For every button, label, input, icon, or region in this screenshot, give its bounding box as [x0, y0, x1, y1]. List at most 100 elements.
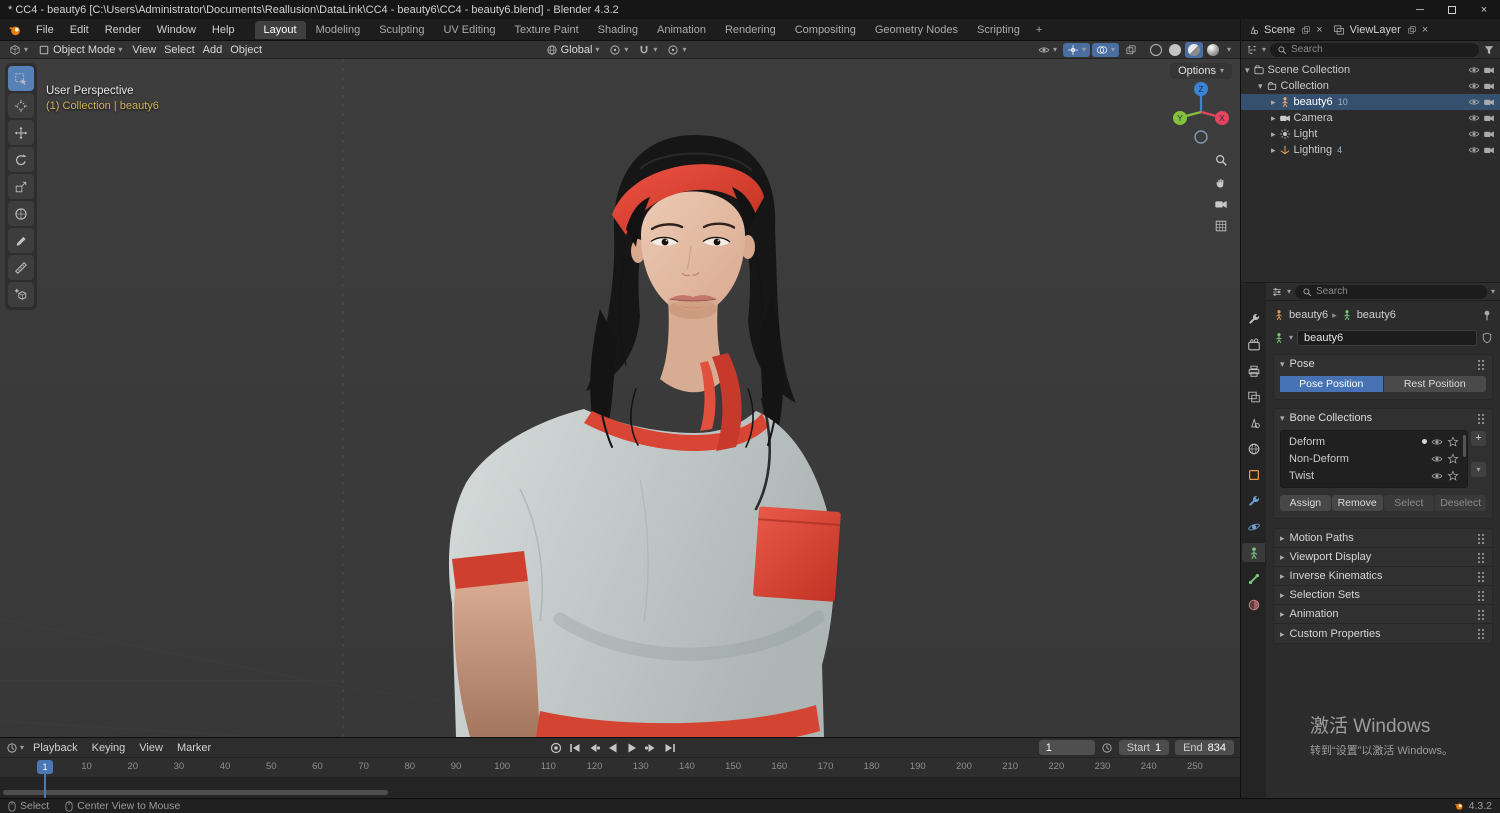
gizmo-negative-z-axis[interactable] — [1194, 130, 1208, 144]
new-viewlayer-button[interactable] — [1406, 24, 1418, 36]
solo-star-icon[interactable] — [1447, 436, 1459, 448]
tool-measure[interactable] — [8, 255, 34, 280]
editor-type-chevron-icon[interactable]: ▾ — [1287, 287, 1291, 296]
hide-in-viewport-icon[interactable] — [1468, 96, 1480, 108]
previous-keyframe-button[interactable] — [586, 740, 601, 755]
jump-to-start-button[interactable] — [567, 740, 582, 755]
play-button[interactable] — [624, 740, 639, 755]
tool-rotate[interactable] — [8, 147, 34, 172]
pivot-point-selector[interactable]: ▾ — [605, 43, 632, 57]
menubar-menu[interactable]: Edit — [62, 21, 97, 39]
tool-3d-cursor[interactable] — [8, 93, 34, 118]
material-tab[interactable] — [1242, 595, 1265, 614]
proportional-editing-toggle[interactable]: ▾ — [663, 43, 690, 57]
properties-search-input[interactable] — [1316, 286, 1480, 297]
shading-options-dropdown[interactable]: ▾ — [1223, 42, 1235, 58]
shading-material-preview-button[interactable] — [1184, 41, 1203, 58]
filter-icon[interactable] — [1483, 44, 1495, 56]
shading-rendered-button[interactable] — [1204, 42, 1222, 58]
drag-grip-icon[interactable] — [1477, 551, 1486, 563]
disclosure-triangle-icon[interactable] — [1271, 112, 1276, 124]
disable-in-renders-icon[interactable] — [1483, 64, 1495, 76]
navigation-gizmo[interactable]: Z Y X — [1166, 77, 1236, 147]
pose-panel-header[interactable]: Pose — [1274, 355, 1492, 373]
workspace-tab[interactable]: UV Editing — [434, 21, 504, 39]
workspace-tab[interactable]: Compositing — [786, 21, 865, 39]
outliner-row[interactable]: Camera — [1241, 110, 1500, 126]
editor-type-chevron-icon[interactable]: ▾ — [1262, 45, 1266, 54]
workspace-tab[interactable]: Layout — [254, 20, 306, 39]
drag-grip-icon[interactable] — [1477, 532, 1486, 544]
bone-collection-specials-button[interactable]: ▾ — [1471, 462, 1486, 477]
bone-collection-action-button[interactable]: Deselect — [1435, 495, 1486, 511]
outliner-search[interactable] — [1270, 42, 1479, 57]
timeline-menu[interactable]: Marker — [170, 740, 218, 756]
outliner-row[interactable]: Lighting 4 — [1241, 142, 1500, 158]
transform-orientation-selector[interactable]: Global ▾ — [542, 43, 604, 57]
outliner-row[interactable]: Light — [1241, 126, 1500, 142]
toggle-ortho-icon[interactable] — [1214, 219, 1228, 233]
drag-grip-icon[interactable] — [1477, 608, 1486, 620]
next-keyframe-button[interactable] — [643, 740, 658, 755]
workspace-tab[interactable]: Animation — [648, 21, 715, 39]
close-button[interactable]: × — [1468, 0, 1500, 19]
properties-search[interactable] — [1295, 284, 1487, 299]
timeline-horizontal-scrollbar[interactable] — [3, 790, 388, 795]
tool-select-box[interactable] — [8, 66, 34, 91]
disable-in-renders-icon[interactable] — [1483, 128, 1495, 140]
workspace-tab[interactable]: Texture Paint — [505, 21, 587, 39]
hide-in-viewport-icon[interactable] — [1468, 144, 1480, 156]
object-data-tab[interactable] — [1242, 543, 1265, 562]
viewport-menu[interactable]: Object — [226, 43, 266, 57]
menubar-menu[interactable]: File — [28, 21, 62, 39]
pose-position-toggle[interactable]: Rest Position — [1383, 376, 1486, 392]
xray-toggle[interactable] — [1121, 43, 1141, 57]
fake-user-shield-icon[interactable] — [1481, 332, 1493, 344]
scene-selector[interactable]: Scene — [1262, 24, 1297, 36]
timeline-menu[interactable]: Playback — [26, 740, 85, 756]
hide-in-viewport-icon[interactable] — [1468, 112, 1480, 124]
timeline-editor-icon[interactable] — [6, 742, 18, 754]
tool-add-cube[interactable] — [8, 282, 34, 307]
zoom-icon[interactable] — [1214, 153, 1228, 167]
timeline-menu[interactable]: View — [132, 740, 170, 756]
disclosure-triangle-icon[interactable] — [1271, 144, 1276, 156]
viewport-menu[interactable]: Select — [160, 43, 199, 57]
show-gizmo-toggle[interactable]: ▾ — [1062, 42, 1090, 57]
play-reverse-button[interactable] — [605, 740, 620, 755]
menubar-menu[interactable]: Render — [97, 21, 149, 39]
timeline-ruler[interactable]: 1102030405060708090100110120130140150160… — [0, 758, 1240, 777]
add-bone-collection-button[interactable]: + — [1471, 431, 1486, 446]
list-scrollbar[interactable] — [1463, 435, 1466, 457]
hide-in-viewport-icon[interactable] — [1468, 64, 1480, 76]
world-tab[interactable] — [1242, 439, 1265, 458]
drag-grip-icon[interactable] — [1477, 628, 1486, 639]
pan-hand-icon[interactable] — [1214, 175, 1228, 189]
breadcrumb-object[interactable]: beauty6 — [1289, 309, 1328, 321]
scene-tab[interactable] — [1242, 413, 1265, 432]
mode-selector[interactable]: Object Mode ▾ — [34, 43, 126, 57]
disable-in-renders-icon[interactable] — [1483, 112, 1495, 124]
timeline-track-area[interactable] — [0, 777, 1240, 798]
menubar-menu[interactable]: Window — [149, 21, 204, 39]
solo-star-icon[interactable] — [1447, 470, 1459, 482]
frame-end-field[interactable]: End 834 — [1175, 740, 1234, 755]
preview-range-clock-icon[interactable] — [1101, 742, 1113, 754]
visibility-eye-icon[interactable] — [1431, 436, 1443, 448]
minimize-button[interactable]: ─ — [1404, 0, 1436, 19]
tool-annotate[interactable] — [8, 228, 34, 253]
disable-in-renders-icon[interactable] — [1483, 96, 1495, 108]
viewport-menu[interactable]: Add — [199, 43, 227, 57]
bone-collection-row[interactable]: Twist — [1281, 467, 1467, 484]
properties-section-header[interactable]: Viewport Display — [1274, 548, 1492, 567]
tool-scale[interactable] — [8, 174, 34, 199]
current-frame-marker[interactable]: 1 — [37, 760, 53, 774]
outliner-search-input[interactable] — [1291, 44, 1472, 55]
bone-collection-action-button[interactable]: Remove — [1331, 495, 1383, 511]
disable-in-renders-icon[interactable] — [1483, 144, 1495, 156]
viewlayer-selector[interactable]: ViewLayer — [1348, 24, 1403, 36]
tool-transform[interactable] — [8, 201, 34, 226]
modifiers-tab[interactable] — [1242, 491, 1265, 510]
hide-in-viewport-icon[interactable] — [1468, 80, 1480, 92]
menubar-menu[interactable]: Help — [204, 21, 243, 39]
